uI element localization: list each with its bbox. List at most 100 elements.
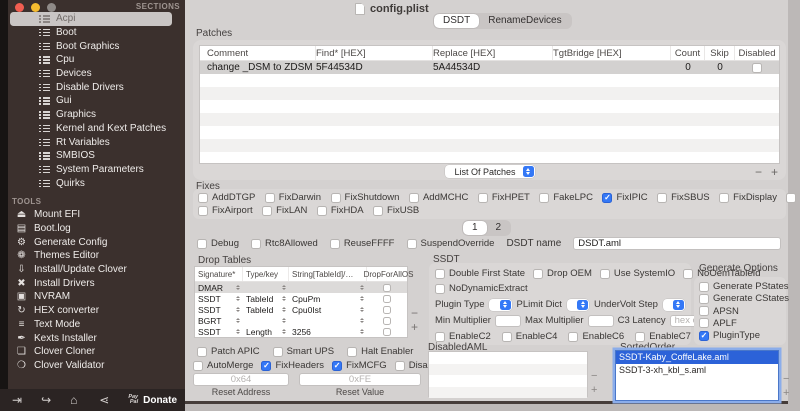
add-drop-table-button[interactable]: + [411,321,418,333]
dsdt-name-input[interactable] [573,237,781,250]
tab-dsdt[interactable]: DSDT [434,14,480,28]
min-multiplier-input[interactable] [494,314,521,327]
tool-themes-editor[interactable]: ❁ Themes Editor [8,249,185,263]
checkbox-plugintype[interactable]: PluginType [699,330,781,341]
dropforallos-checkbox[interactable] [383,327,391,336]
stepper-icon[interactable] [236,306,240,313]
checkbox-automerge[interactable]: AutoMerge [193,360,253,371]
checkbox-fixipic[interactable]: FixIPIC [602,192,648,203]
checkbox-fixheaders[interactable]: FixHeaders [261,360,324,371]
checkbox-debug[interactable]: Debug [197,238,239,249]
stepper-icon[interactable] [236,328,240,335]
tool-install-update-clover[interactable]: ⇩ Install/Update Clover [8,263,185,277]
checkbox-enablec6[interactable]: EnableC6 [568,331,624,342]
drop-table-row[interactable]: SSDT TableId Cpu0Ist [195,304,407,315]
stepper-icon[interactable] [282,306,286,313]
sidebar-item-devices[interactable]: Devices [8,67,185,81]
stepper-icon[interactable] [360,295,364,302]
checkbox-reuseffff[interactable]: ReuseFFFF [329,238,395,249]
undervolt-step-popup[interactable] [662,298,685,311]
checkbox-halt-enabler[interactable]: Halt Enabler [347,346,413,357]
checkbox-nodynamicextract[interactable]: NoDynamicExtract [435,283,528,294]
checkbox-aplf[interactable]: APLF [699,318,781,329]
add-disabled-aml-button[interactable]: + [591,385,597,396]
checkbox-fakelpc[interactable]: FakeLPC [539,192,593,203]
stepper-icon[interactable] [360,284,364,291]
dropforallos-checkbox[interactable] [383,316,391,325]
stepper-icon[interactable] [282,328,286,335]
stepper-icon[interactable] [360,317,364,324]
checkbox-double-first-state[interactable]: Double First State [435,268,525,279]
patch-row[interactable]: change _DSM to ZDSM 5F44534D 5A44534D 0 … [200,61,779,74]
checkbox-drop-oem[interactable]: Drop OEM [533,268,592,279]
zoom-button[interactable] [47,3,56,12]
sidebar-item-acpi[interactable]: Acpi [10,12,172,26]
stepper-icon[interactable] [236,284,240,291]
dropforallos-checkbox[interactable] [383,294,391,303]
sidebar-item-quirks[interactable]: Quirks [8,176,185,190]
list-of-patches-popup[interactable]: List Of Patches [444,165,535,178]
tool-clover-validator[interactable]: ❍ Clover Validator [8,359,185,373]
checkbox-addmchc[interactable]: AddMCHC [408,192,468,203]
pager-page-1[interactable]: 1 [462,221,487,235]
sorted-order-item[interactable]: SSDT-3-xh_kbl_s.aml [616,364,778,377]
tool-clover-cloner[interactable]: ❏ Clover Cloner [8,345,185,359]
tool-boot-log[interactable]: ▤ Boot.log [8,222,185,236]
tool-hex-converter[interactable]: ↻ HEX converter [8,304,185,318]
stepper-icon[interactable] [236,317,240,324]
sidebar-item-rt-variables[interactable]: Rt Variables [8,135,185,149]
sidebar-item-cpu[interactable]: Cpu [8,53,185,67]
remove-sorted-order-button[interactable]: − [783,374,789,385]
dropforallos-checkbox[interactable] [383,283,391,292]
checkbox-fixsbus[interactable]: FixSBUS [657,192,710,203]
home-icon[interactable]: ⌂ [70,390,99,410]
sidebar-item-smbios[interactable]: SMBIOS [8,149,185,163]
checkbox-fixairport[interactable]: FixAirport [198,205,253,216]
disabled-aml-list[interactable] [428,351,588,398]
plimit-dict-popup[interactable] [566,298,590,311]
max-multiplier-input[interactable] [587,314,614,327]
sidebar-item-kernel-kext-patches[interactable]: Kernel and Kext Patches [8,122,185,136]
checkbox-fixmcfg[interactable]: FixMCFG [332,360,387,371]
sorted-order-item[interactable]: SSDT-Kaby_CoffeLake.aml [616,351,778,364]
drop-table-row[interactable]: SSDT TableId CpuPm [195,293,407,304]
checkbox-apsn[interactable]: APSN [699,306,781,317]
stepper-icon[interactable] [282,284,286,291]
sidebar-item-gui[interactable]: Gui [8,94,185,108]
checkbox-fixlan[interactable]: FixLAN [262,205,307,216]
checkbox-fixhpet[interactable]: FixHPET [477,192,530,203]
checkbox-fixhda[interactable]: FixHDA [316,205,364,216]
import-icon[interactable]: ⇥ [12,390,41,410]
remove-disabled-aml-button[interactable]: − [591,371,597,382]
tool-mount-efi[interactable]: ⏏ Mount EFI [8,208,185,222]
checkbox-smart-ups[interactable]: Smart UPS [272,346,334,357]
drop-table-row[interactable]: SSDT Length 3256 [195,326,407,337]
checkbox-fixide[interactable]: FixIDE [786,192,800,203]
stepper-icon[interactable] [236,295,240,302]
checkbox-generate-pstates[interactable]: Generate PStates [699,281,789,292]
pager-page-2[interactable]: 2 [487,221,511,235]
sidebar-item-boot-graphics[interactable]: Boot Graphics [8,39,185,53]
share-icon[interactable]: ⋖ [99,390,128,410]
reset-value-input[interactable] [299,373,421,386]
plugin-type-popup[interactable] [489,298,512,311]
checkbox-rtc8allowed[interactable]: Rtc8Allowed [251,238,318,249]
tool-generate-config[interactable]: ⚙ Generate Config [8,235,185,249]
sidebar-item-system-parameters[interactable]: System Parameters [8,163,185,177]
minimize-button[interactable] [31,3,40,12]
sidebar-item-boot[interactable]: Boot [8,26,185,40]
drop-table-row[interactable]: BGRT [195,315,407,326]
checkbox-fixdisplay[interactable]: FixDisplay [719,192,777,203]
tab-renamedevices[interactable]: RenameDevices [479,14,570,28]
checkbox-fixdarwin[interactable]: FixDarwin [264,192,321,203]
remove-drop-table-button[interactable]: − [411,307,418,319]
checkbox-fixshutdown[interactable]: FixShutdown [330,192,399,203]
add-patch-button[interactable]: + [771,165,778,179]
stepper-icon[interactable] [282,317,286,324]
export-icon[interactable]: ↪ [41,390,70,410]
close-button[interactable] [15,3,24,12]
drop-table-row[interactable]: DMAR [195,282,407,293]
tool-nvram[interactable]: ▣ NVRAM [8,290,185,304]
checkbox-use-systemio[interactable]: Use SystemIO [599,268,675,279]
dropforallos-checkbox[interactable] [383,305,391,314]
